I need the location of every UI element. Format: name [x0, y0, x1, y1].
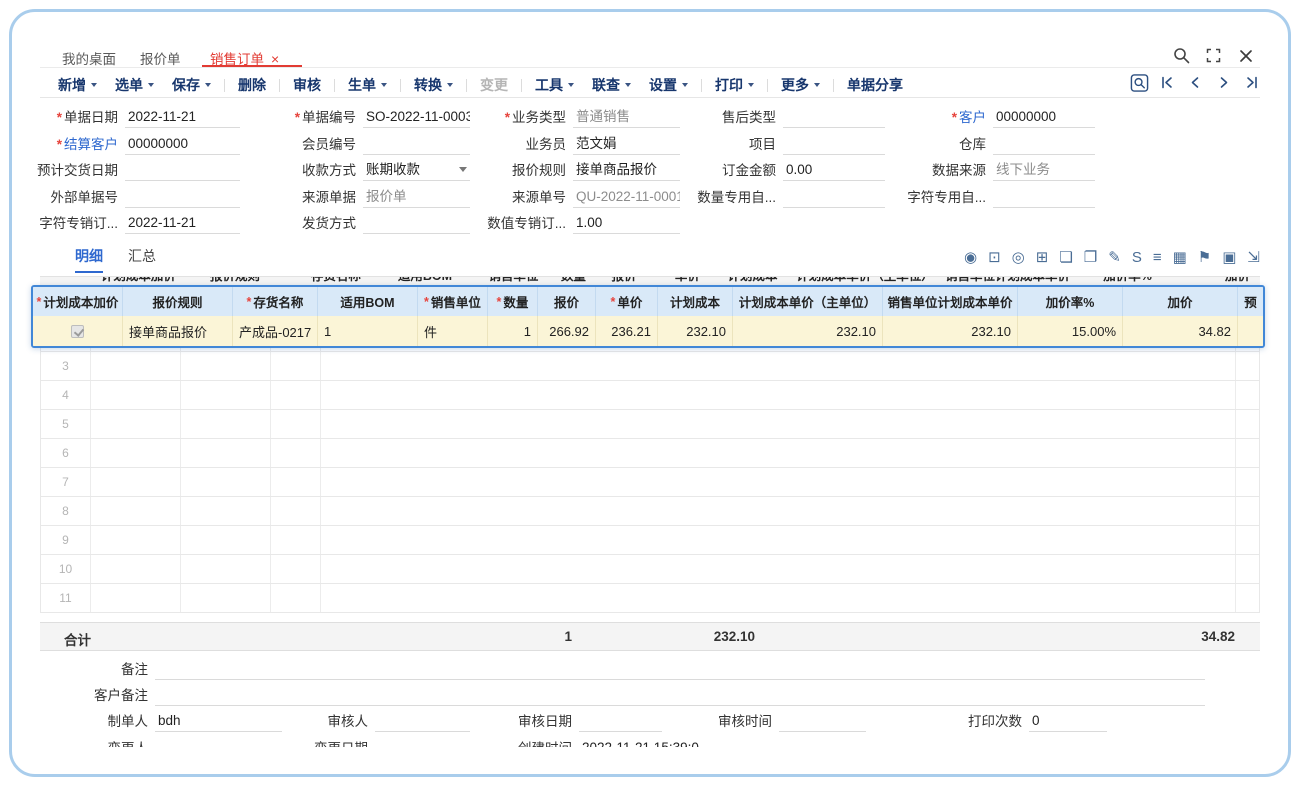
field-label-text: 审核人: [328, 714, 369, 729]
column-header-label: 报价: [554, 292, 579, 311]
field-label: 客户备注: [34, 686, 148, 706]
field-label-text: 制单人: [108, 714, 149, 729]
field-label-text: 审核时间: [718, 714, 772, 729]
field-label: 创建时间: [458, 739, 572, 747]
order-footer: 备注 客户备注 制单人bdh 审核人 审核日期 审核时间 打印次数 0 变更人 变更日期 创建时…: [0, 0, 1300, 747]
field-input[interactable]: [375, 731, 470, 732]
row-cell-12[interactable]: 15.00%: [1018, 316, 1123, 346]
column-header-9[interactable]: 计划成本: [658, 287, 733, 316]
column-header-label: 计划成本加价: [43, 292, 118, 311]
footer-field: 审核日期: [458, 710, 662, 732]
required-asterisk: *: [611, 295, 616, 309]
row-cell-13[interactable]: 34.82: [1123, 316, 1238, 346]
field-input[interactable]: 2022-11-21 15:39:0: [579, 738, 790, 747]
column-header-13[interactable]: 加价: [1123, 287, 1238, 316]
footer-field: 审核人: [254, 710, 470, 732]
required-asterisk: *: [424, 295, 429, 309]
footer-field-cutoff: 创建时间 2022-11-21 15:39:0: [458, 737, 790, 747]
remark-input[interactable]: [155, 679, 1205, 680]
window-content: 我的桌面 报价单 销售订单× 新增选单保存删除审核生单转换变更工具联查设置打印更…: [0, 0, 1300, 747]
column-header-label: 加价率%: [1046, 292, 1095, 311]
footer-field-cutoff: 变更日期: [254, 737, 470, 747]
column-header-label: 计划成本单价（主单位）: [739, 292, 877, 311]
row-cell-6[interactable]: 1: [488, 316, 538, 346]
column-header-label: 单价: [617, 292, 642, 311]
column-header-8[interactable]: *单价: [596, 287, 658, 316]
customer-remark-field: 客户备注: [34, 684, 1205, 706]
column-header-label: 销售单位计划成本单价: [887, 292, 1012, 311]
column-header-label: 数量: [503, 292, 528, 311]
column-header-label: 加价: [1167, 292, 1192, 311]
field-label: 变更人: [34, 739, 148, 747]
column-header-label: 预: [1244, 292, 1257, 311]
field-input[interactable]: 0: [1029, 711, 1107, 732]
column-header-11[interactable]: 销售单位计划成本单价: [883, 287, 1018, 316]
column-header-label: 存货名称: [253, 292, 303, 311]
field-label-text: 变更日期: [314, 741, 368, 747]
row-cell-11[interactable]: 232.10: [883, 316, 1018, 346]
footer-field: 审核时间: [658, 710, 866, 732]
field-label: 打印次数: [908, 712, 1022, 732]
column-header-label: 计划成本: [670, 292, 720, 311]
field-label-text: 客户备注: [94, 688, 148, 703]
field-label-text: 审核日期: [518, 714, 572, 729]
remark-field: 备注: [34, 658, 1205, 680]
footer-field: 制单人bdh: [34, 710, 282, 732]
column-header-14[interactable]: 预: [1238, 287, 1263, 316]
required-asterisk: *: [247, 295, 252, 309]
field-label: 变更日期: [254, 739, 368, 747]
field-label: 备注: [34, 660, 148, 680]
field-label: 审核人: [254, 712, 368, 732]
column-header-5[interactable]: *销售单位: [418, 287, 488, 316]
row-cell-3[interactable]: 产成品-0217: [233, 316, 318, 346]
row-cell-9[interactable]: 232.10: [658, 316, 733, 346]
row-cell-14[interactable]: [1238, 316, 1263, 346]
row-cell-5[interactable]: 件: [418, 316, 488, 346]
column-header-3[interactable]: *存货名称: [233, 287, 318, 316]
required-asterisk: *: [37, 295, 42, 309]
column-header-6[interactable]: *数量: [488, 287, 538, 316]
field-input[interactable]: [579, 731, 662, 732]
field-label-text: 变更人: [108, 741, 149, 747]
column-header-2[interactable]: 报价规则: [123, 287, 233, 316]
overlay-header-row: *计划成本加价报价规则*存货名称适用BOM*销售单位*数量报价*单价计划成本计划…: [33, 287, 1263, 316]
overlay-data-row: 接单商品报价产成品-02171件1266.92236.21232.10232.1…: [33, 316, 1263, 346]
field-label-text: 打印次数: [968, 714, 1022, 729]
column-header-label: 报价规则: [152, 292, 202, 311]
column-header-label: 适用BOM: [340, 292, 394, 311]
row-cell-1[interactable]: [33, 316, 123, 346]
column-header-1[interactable]: *计划成本加价: [33, 287, 123, 316]
row-cell-7[interactable]: 266.92: [538, 316, 596, 346]
column-header-12[interactable]: 加价率%: [1018, 287, 1123, 316]
customer-remark-input[interactable]: [155, 705, 1205, 706]
footer-field: 打印次数 0: [908, 710, 1107, 732]
field-input[interactable]: [779, 731, 866, 732]
column-header-4[interactable]: 适用BOM: [318, 287, 418, 316]
row-cell-8[interactable]: 236.21: [596, 316, 658, 346]
field-label: 制单人: [34, 712, 148, 732]
footer-field-cutoff: 变更人: [34, 737, 282, 747]
dragged-row-overlay[interactable]: *计划成本加价报价规则*存货名称适用BOM*销售单位*数量报价*单价计划成本计划…: [31, 285, 1265, 348]
field-label: 审核日期: [458, 712, 572, 732]
row-cell-10[interactable]: 232.10: [733, 316, 883, 346]
column-header-7[interactable]: 报价: [538, 287, 596, 316]
row-cell-4[interactable]: 1: [318, 316, 418, 346]
row-checkbox[interactable]: [71, 325, 84, 338]
row-cell-2[interactable]: 接单商品报价: [123, 316, 233, 346]
column-header-10[interactable]: 计划成本单价（主单位）: [733, 287, 883, 316]
field-label-text: 创建时间: [518, 741, 572, 747]
field-label: 审核时间: [658, 712, 772, 732]
required-asterisk: *: [497, 295, 502, 309]
field-label-text: 备注: [121, 662, 148, 677]
column-header-label: 销售单位: [431, 292, 481, 311]
